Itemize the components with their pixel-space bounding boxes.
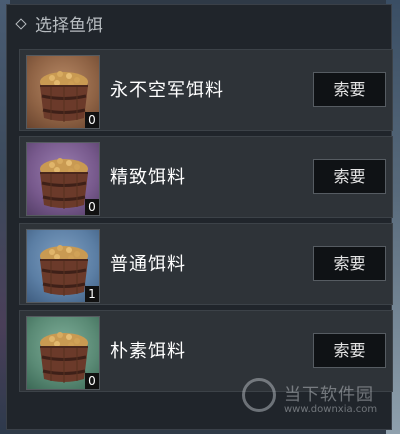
- bait-name: 精致饵料: [110, 167, 186, 188]
- quantity-badge: 0: [85, 112, 99, 128]
- panel-title: 选择鱼饵: [15, 11, 103, 36]
- bait-item-icon[interactable]: 0: [26, 142, 100, 216]
- quantity-badge: 0: [85, 199, 99, 215]
- watermark: 当下软件园 www.downxia.com: [240, 374, 390, 430]
- bait-item-icon[interactable]: 0: [26, 55, 100, 129]
- quantity-badge: 1: [85, 286, 99, 302]
- panel-title-text: 选择鱼饵: [35, 15, 103, 36]
- bait-row-3: 1 普通饵料 索要: [19, 223, 393, 305]
- bait-name: 普通饵料: [110, 254, 186, 275]
- diamond-icon: [15, 17, 27, 30]
- request-button[interactable]: 索要: [313, 333, 386, 368]
- watermark-text: 当下软件园: [284, 385, 374, 405]
- bait-item-icon[interactable]: 1: [26, 229, 100, 303]
- bait-item-icon[interactable]: 0: [26, 316, 100, 390]
- watermark-url: www.downxia.com: [284, 404, 378, 415]
- bait-row-2: 0 精致饵料 索要: [19, 136, 393, 218]
- bait-name: 朴素饵料: [110, 341, 186, 362]
- bait-row-1: 0 永不空军饵料 索要: [19, 49, 393, 131]
- request-button[interactable]: 索要: [313, 72, 386, 107]
- quantity-badge: 0: [85, 373, 99, 389]
- bait-select-panel: 选择鱼饵 0 永不空军饵料 索要 0 精致饵料 索要 1 普通饵料 索要 0 朴…: [6, 4, 393, 430]
- watermark-logo-icon: [242, 378, 276, 412]
- request-button[interactable]: 索要: [313, 246, 386, 281]
- bait-name: 永不空军饵料: [110, 80, 224, 101]
- request-button[interactable]: 索要: [313, 159, 386, 194]
